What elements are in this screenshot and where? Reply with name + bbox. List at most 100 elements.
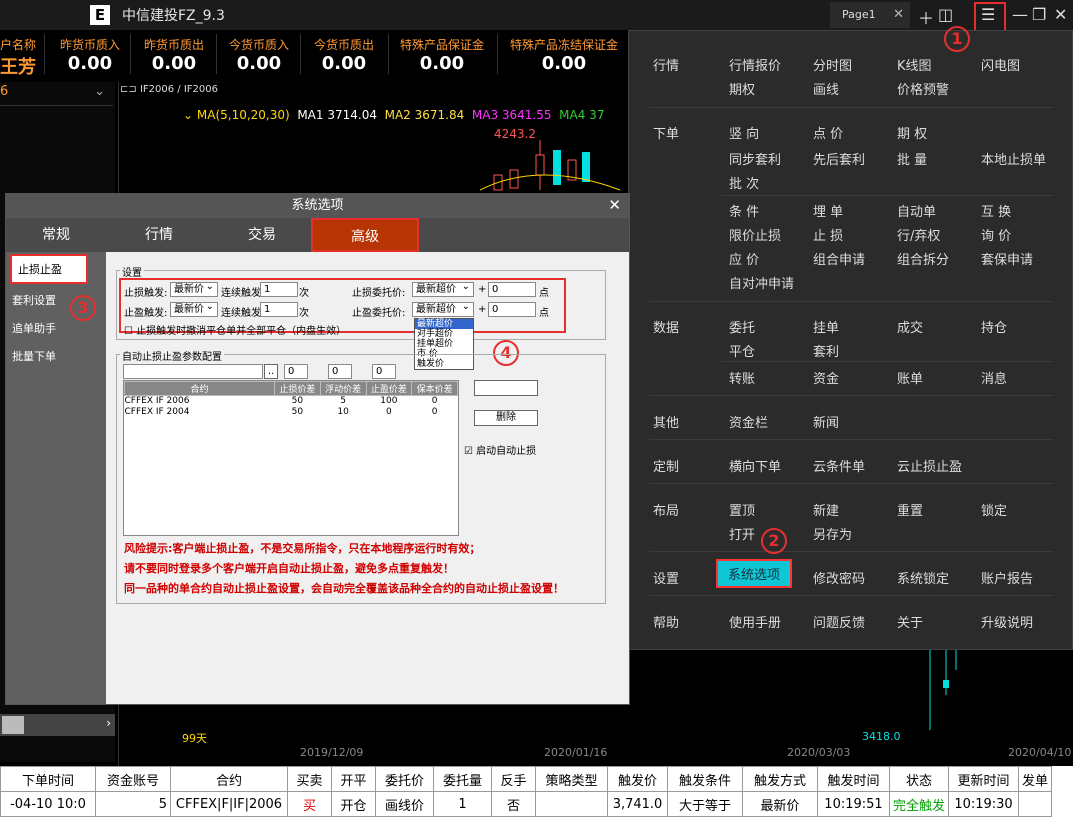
col-header[interactable]: 触发条件 (667, 766, 743, 792)
dropdown-option[interactable]: 对手超价 (415, 329, 473, 339)
sidebar-item-stop-loss[interactable]: 止损止盈 (10, 254, 88, 284)
col-header[interactable]: 合约 (170, 766, 288, 792)
sidebar-item-arbitrage[interactable]: 套利设置 (12, 292, 56, 308)
sl-trigger-select[interactable]: 最新价 (170, 280, 218, 297)
chevron-right-icon[interactable]: › (106, 716, 111, 730)
menu-item-batch[interactable]: 批 量 (897, 149, 927, 168)
order-table[interactable]: 下单时间 资金账号 合约 买卖 开平 委托价 委托量 反手 策略类型 触发价 触… (0, 766, 1073, 820)
sl-offset-input[interactable]: 0 (488, 282, 536, 297)
menu-item-option[interactable]: 期 权 (897, 123, 927, 142)
menu-item-feedback[interactable]: 问题反馈 (813, 612, 865, 631)
menu-item-change-password[interactable]: 修改密码 (813, 568, 865, 587)
menu-item-exercise[interactable]: 行/弃权 (897, 225, 940, 244)
col-header[interactable]: 委托价 (375, 766, 434, 792)
menu-item-condition[interactable]: 条 件 (729, 201, 759, 220)
delete-button[interactable]: 删除 (474, 410, 538, 426)
menu-item-statement[interactable]: 账单 (897, 368, 923, 387)
add-icon[interactable]: ＋ (918, 5, 934, 29)
menu-item-positions[interactable]: 持仓 (981, 317, 1007, 336)
menu-item-stop[interactable]: 止 损 (813, 225, 843, 244)
tab-general[interactable]: 常规 (6, 218, 106, 252)
menu-item-about[interactable]: 关于 (897, 612, 923, 631)
tab-trade[interactable]: 交易 (212, 218, 312, 252)
menu-item-hedge[interactable]: 套保申请 (981, 249, 1033, 268)
tab-page1[interactable]: Page1 ✕ (830, 2, 910, 28)
col-header[interactable]: 下单时间 (0, 766, 96, 792)
restore-icon[interactable]: ❐ (1032, 5, 1046, 24)
tp-offset-input[interactable]: 0 (488, 302, 536, 317)
menu-item-horizontal-order[interactable]: 横向下单 (729, 456, 781, 475)
tp-order-select[interactable]: 最新超价 (412, 300, 474, 317)
menu-item-pointprice[interactable]: 点 价 (813, 123, 843, 142)
param-input-2[interactable]: 0 (328, 364, 352, 379)
tab-market[interactable]: 行情 (108, 218, 210, 252)
col-header[interactable]: 反手 (491, 766, 536, 792)
menu-item-quote[interactable]: 行情报价 (729, 55, 781, 74)
menu-item-seqarb[interactable]: 先后套利 (813, 149, 865, 168)
tp-trigger-select[interactable]: 最新价 (170, 300, 218, 317)
menu-item-auto[interactable]: 自动单 (897, 201, 936, 220)
menu-item-transfer[interactable]: 转账 (729, 368, 755, 387)
auto-stop-list[interactable]: 合约 止损价差 浮动价差 止盈价差 保本价差 CFFEX IF 2006 50 … (123, 380, 459, 536)
menu-item-system-options[interactable]: 系统选项 (716, 559, 793, 588)
col-header[interactable]: 更新时间 (948, 766, 1020, 792)
menu-item-fundbar[interactable]: 资金栏 (729, 412, 768, 431)
tp-consecutive-input[interactable]: 1 (260, 302, 298, 317)
menu-item-system-lock[interactable]: 系统锁定 (897, 568, 949, 587)
col-header[interactable]: 策略类型 (535, 766, 608, 792)
menu-item-limitstop[interactable]: 限价止损 (729, 225, 781, 244)
menu-item-batches[interactable]: 批 次 (729, 173, 759, 192)
menu-item-messages[interactable]: 消息 (981, 368, 1007, 387)
close-icon[interactable]: ✕ (1054, 5, 1067, 24)
contract-search-input[interactable] (123, 364, 263, 379)
menu-item-reset[interactable]: 重置 (897, 500, 923, 519)
menu-item-combo-apply[interactable]: 组合申请 (813, 249, 865, 268)
col-header[interactable]: 资金账号 (95, 766, 171, 792)
sl-consecutive-input[interactable]: 1 (260, 282, 298, 297)
scrollbar-thumb[interactable] (2, 716, 24, 734)
close-icon[interactable]: ✕ (608, 196, 621, 214)
menu-item-saveas[interactable]: 另存为 (813, 524, 852, 543)
minimize-icon[interactable]: — (1012, 5, 1028, 24)
menu-item-pin[interactable]: 置顶 (729, 500, 755, 519)
dropdown-option[interactable]: 最新超价 (415, 319, 473, 329)
menu-item-open[interactable]: 打开 (729, 524, 755, 543)
menu-item-syncarb[interactable]: 同步套利 (729, 149, 781, 168)
menu-item-vertical[interactable]: 竖 向 (729, 123, 759, 142)
menu-item-flash[interactable]: 闪电图 (981, 55, 1020, 74)
enable-auto-checkbox[interactable]: ☑ 启动自动止损 (464, 442, 536, 457)
menu-item-trades[interactable]: 成交 (897, 317, 923, 336)
menu-item-localstop[interactable]: 本地止损单 (981, 149, 1046, 168)
param-input-3[interactable]: 0 (372, 364, 396, 379)
menu-item-cloud-condition[interactable]: 云条件单 (813, 456, 865, 475)
col-header[interactable]: 触发方式 (742, 766, 818, 792)
menu-item-selfhedge[interactable]: 自对冲申请 (729, 273, 794, 292)
col-header[interactable]: 发单 (1018, 766, 1053, 792)
list-item[interactable]: CFFEX IF 2006 50 5 100 0 (125, 396, 458, 407)
col-header[interactable]: 触发价 (607, 766, 668, 792)
menu-item-draw[interactable]: 画线 (813, 79, 839, 98)
sl-order-select[interactable]: 最新超价 (412, 280, 474, 297)
tab-advanced[interactable]: 高级 (311, 218, 419, 252)
sidebar-item-chase[interactable]: 追单助手 (12, 320, 56, 336)
menu-item-new[interactable]: 新建 (813, 500, 839, 519)
menu-item-alert[interactable]: 价格预警 (897, 79, 949, 98)
table-row[interactable]: -04-10 10:0 5 CFFEX|F|IF|2006 买 开仓 画线价 1… (0, 791, 1053, 817)
layout-icon[interactable]: ◫ (938, 5, 953, 24)
col-header[interactable]: 买卖 (287, 766, 332, 792)
menu-item-combo-split[interactable]: 组合拆分 (897, 249, 949, 268)
menu-item-pending[interactable]: 挂单 (813, 317, 839, 336)
sidebar-item-batch-order[interactable]: 批量下单 (12, 348, 56, 364)
menu-item-kline[interactable]: K线图 (897, 55, 932, 74)
col-header[interactable]: 状态 (888, 766, 950, 792)
cancel-checkbox[interactable]: ☐ 止损触发时撤消平仓单并全部平仓（内盘生效） (124, 322, 346, 337)
col-header[interactable]: 委托量 (433, 766, 492, 792)
col-header[interactable]: 触发时间 (817, 766, 890, 792)
menu-item-hidden[interactable]: 埋 单 (813, 201, 843, 220)
menu-item-arbitrage[interactable]: 套利 (813, 341, 839, 360)
close-tab-icon[interactable]: ✕ (893, 2, 904, 28)
menu-item-swap[interactable]: 互 换 (981, 201, 1011, 220)
menu-item-cloud-stop[interactable]: 云止损止盈 (897, 456, 962, 475)
browse-button[interactable]: .. (264, 364, 278, 379)
menu-item-lock[interactable]: 锁定 (981, 500, 1007, 519)
